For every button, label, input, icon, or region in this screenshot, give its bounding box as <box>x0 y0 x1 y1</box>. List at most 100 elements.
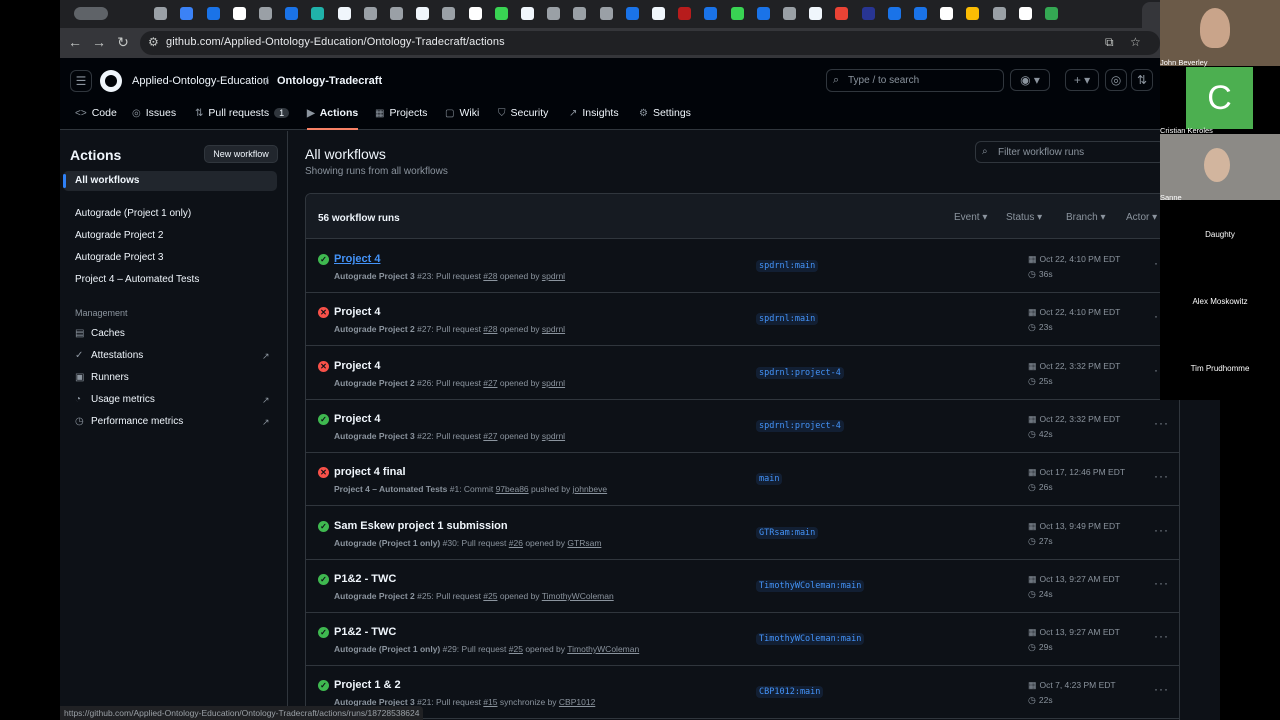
kebab-menu-icon[interactable]: ··· <box>1154 629 1169 643</box>
tab-favicon-icon[interactable] <box>1018 7 1032 20</box>
run-ref-link[interactable]: #28 <box>483 271 497 281</box>
tab-favicon-icon[interactable] <box>966 7 980 20</box>
run-ref-link[interactable]: #27 <box>483 431 497 441</box>
tab-favicon-icon[interactable] <box>259 7 272 20</box>
kebab-menu-icon[interactable]: ··· <box>1154 682 1169 696</box>
run-ref-link[interactable]: #28 <box>483 324 497 334</box>
run-title-link[interactable]: Project 1 & 2 <box>334 679 401 691</box>
run-actor-link[interactable]: spdrnl <box>542 431 565 441</box>
run-actor-link[interactable]: TimothyWColeman <box>567 644 639 654</box>
run-actor-link[interactable]: GTRsam <box>567 538 601 548</box>
bookmark-star-icon[interactable]: ☆ <box>1130 35 1141 49</box>
tab-favicon-icon[interactable] <box>783 7 796 20</box>
run-ref-link[interactable]: #27 <box>483 378 497 388</box>
tab-favicon-icon[interactable] <box>730 7 744 20</box>
run-actor-link[interactable]: spdrnl <box>542 324 565 334</box>
sidebar-item-runners[interactable]: ▣ Runners <box>75 372 129 383</box>
site-info-icon[interactable]: ⚙ <box>148 35 159 49</box>
create-new-button[interactable]: + ▾ <box>1065 69 1099 91</box>
tab-favicon-icon[interactable] <box>809 7 823 20</box>
branch-label[interactable]: CBP1012:main <box>756 686 824 699</box>
back-icon[interactable]: ← <box>66 34 84 50</box>
tab-favicon-icon[interactable] <box>154 7 168 20</box>
filter-actor-dropdown[interactable]: Actor ▾ <box>1126 212 1157 223</box>
tab-favicon-icon[interactable] <box>547 7 561 20</box>
sidebar-item-performance-metrics[interactable]: ◷ Performance metrics <box>75 416 183 427</box>
video-tile-3[interactable]: Sanne <box>1160 134 1280 202</box>
branch-label[interactable]: spdrnl:project-4 <box>756 366 844 379</box>
tab-favicon-icon[interactable] <box>599 7 613 20</box>
install-icon[interactable]: ⧉ <box>1105 35 1114 50</box>
tab-insights[interactable]: ↗ Insights <box>569 107 619 130</box>
workflow-run-row[interactable]: ✓ Project 4 Autograde Project 3 #23: Pull … <box>306 240 1179 293</box>
filter-branch-dropdown[interactable]: Branch ▾ <box>1066 212 1106 223</box>
run-actor-link[interactable]: spdrnl <box>542 271 565 281</box>
tab-favicon-icon[interactable] <box>285 7 299 20</box>
tab-pull-requests[interactable]: ⇅ Pull requests 1 <box>195 107 290 130</box>
menu-icon[interactable]: ☰ <box>70 70 92 92</box>
run-actor-link[interactable]: CBP1012 <box>559 697 595 707</box>
tab-favicon-icon[interactable] <box>468 7 482 20</box>
branch-label[interactable]: TimothyWColeman:main <box>756 633 865 646</box>
branch-label[interactable]: GTRsam:main <box>756 526 819 539</box>
tab-favicon-icon[interactable] <box>494 7 508 20</box>
workflow-run-row[interactable]: ✕ Project 4 Autograde Project 2 #26: Pull … <box>306 347 1179 400</box>
branch-label[interactable]: spdrnl:project-4 <box>756 419 844 432</box>
kebab-menu-icon[interactable]: ··· <box>1154 576 1169 590</box>
tab-favicon-icon[interactable] <box>363 7 377 20</box>
tab-favicon-icon[interactable] <box>206 7 220 20</box>
tab-favicon-icon[interactable] <box>756 7 770 20</box>
sidebar-workflow-item[interactable]: Autograde Project 2 <box>75 230 163 241</box>
tab-security[interactable]: ⛉ Security <box>498 107 548 130</box>
sidebar-workflow-item[interactable]: Autograde (Project 1 only) <box>75 208 191 219</box>
tab-favicon-icon[interactable] <box>442 7 456 20</box>
branch-label[interactable]: TimothyWColeman:main <box>756 579 865 592</box>
tab-actions[interactable]: ▶ Actions <box>307 107 359 130</box>
tab-favicon-icon[interactable] <box>704 7 718 20</box>
tab-favicon-icon[interactable] <box>416 7 430 20</box>
run-actor-link[interactable]: johnbeve <box>573 484 608 494</box>
tab-favicon-icon[interactable] <box>678 7 692 20</box>
filter-runs-input[interactable]: ⌕ Filter workflow runs <box>975 141 1165 163</box>
kebab-menu-icon[interactable]: ··· <box>1154 416 1169 430</box>
copilot-button[interactable]: ◉ ▾ <box>1010 69 1050 91</box>
branch-label[interactable]: spdrnl:main <box>756 260 819 272</box>
tab-favicon-icon[interactable] <box>337 7 351 20</box>
tab-favicon-icon[interactable] <box>625 7 639 20</box>
tab-favicon-icon[interactable] <box>887 7 901 20</box>
github-logo-icon[interactable] <box>100 70 122 92</box>
forward-icon[interactable]: → <box>90 34 108 50</box>
video-tile-1[interactable]: John Beverley <box>1160 0 1280 67</box>
workflow-run-row[interactable]: ✓ P1&2 - TWC Autograde (Project 1 only) #2… <box>306 613 1179 667</box>
sidebar-item-attestations[interactable]: ✓ Attestations <box>75 350 143 361</box>
branch-label[interactable]: spdrnl:main <box>756 313 819 326</box>
tab-favicon-icon[interactable] <box>1045 7 1058 20</box>
workflow-run-row[interactable]: ✓ Sam Eskew project 1 submission Autograde… <box>306 507 1179 560</box>
video-tile-2[interactable]: C Cristian Keroles <box>1160 67 1280 135</box>
tab-projects[interactable]: ▦ Projects <box>375 107 427 130</box>
tab-code[interactable]: <> Code <box>75 107 117 130</box>
run-actor-link[interactable]: spdrnl <box>542 378 565 388</box>
run-title-link[interactable]: Project 4 <box>334 253 380 265</box>
run-ref-link[interactable]: #25 <box>509 644 523 654</box>
pull-requests-icon[interactable]: ⇅ <box>1131 69 1153 91</box>
run-title-link[interactable]: Project 4 <box>334 413 380 425</box>
breadcrumb-repo[interactable]: Ontology-Tradecraft <box>277 75 382 87</box>
tab-wiki[interactable]: ▢ Wiki <box>445 107 479 130</box>
address-bar[interactable]: ⚙ github.com/Applied-Ontology-Education/… <box>140 31 1160 55</box>
tab-favicon-icon[interactable] <box>311 7 325 20</box>
run-actor-link[interactable]: TimothyWColeman <box>542 591 614 601</box>
workflow-run-row[interactable]: ✓ P1&2 - TWC Autograde Project 2 #25: Pull… <box>306 560 1179 613</box>
sidebar-item-usage-metrics[interactable]: ◔ Usage metrics <box>75 394 155 405</box>
run-ref-link[interactable]: #25 <box>483 591 497 601</box>
sidebar-workflow-item[interactable]: Project 4 – Automated Tests <box>75 274 199 285</box>
filter-event-dropdown[interactable]: Event ▾ <box>954 212 987 223</box>
sidebar-workflow-item[interactable]: All workflows <box>75 175 139 186</box>
new-workflow-button[interactable]: New workflow <box>204 145 278 163</box>
reload-icon[interactable]: ↻ <box>114 34 132 51</box>
tab-favicon-icon[interactable] <box>573 7 587 20</box>
workflow-run-row[interactable]: ✕ project 4 final Project 4 – Automated Te… <box>306 453 1179 507</box>
kebab-menu-icon[interactable]: ··· <box>1154 469 1169 483</box>
search-input[interactable]: ⌕ Type / to search <box>826 69 1004 92</box>
run-ref-link[interactable]: #26 <box>509 538 523 548</box>
